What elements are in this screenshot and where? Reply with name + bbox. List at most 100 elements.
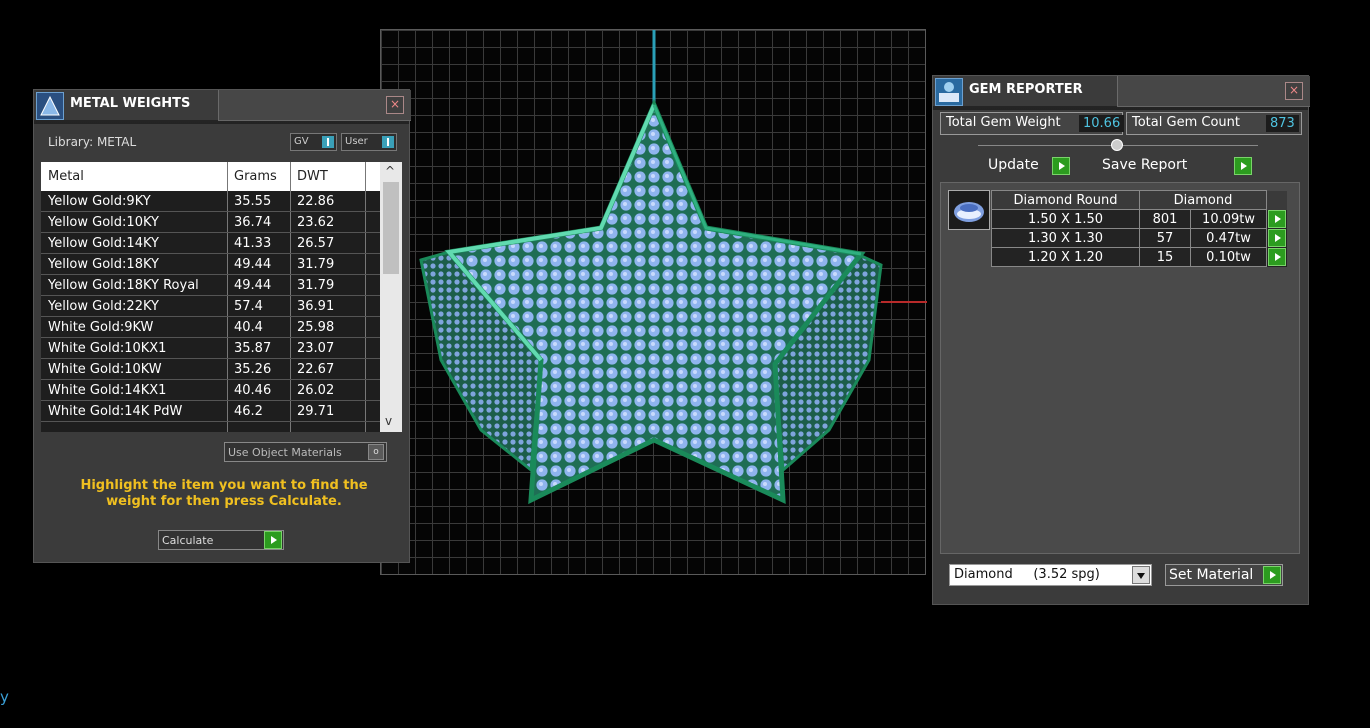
3d-viewport[interactable] [380,29,927,575]
metal-dwt: 22.86 [291,191,366,211]
table-row[interactable]: White Gold:9KW 40.4 25.98 [41,317,402,338]
metal-dwt: 22.67 [291,359,366,379]
total-gem-weight: Total Gem Weight 10.66 [940,112,1125,135]
metal-dwt: 36.91 [291,296,366,316]
table-row[interactable]: White Gold:14K PdW 46.2 29.71 [41,401,402,422]
gem-size: 1.20 X 1.20 [991,247,1140,267]
calculate-label: Calculate [162,534,214,547]
play-arrow-icon[interactable] [1263,566,1281,584]
gem-weight: 10.09tw [1190,209,1267,229]
metal-dwt: 29.71 [291,401,366,421]
metal-grams: 49.44 [228,254,291,274]
set-material-label: Set Material [1169,567,1254,583]
gem-count: 15 [1138,247,1192,267]
metal-name: White Gold:9KW [41,317,228,337]
col-grams[interactable]: Grams [228,162,291,191]
gem-shape: Diamond Round [991,190,1140,210]
update-button[interactable]: Update [988,157,1072,177]
gv-toggle-label: GV [294,136,309,147]
gem-material: Diamond [1139,190,1267,210]
metal-grams: 40.46 [228,380,291,400]
play-arrow-icon[interactable] [1052,157,1070,175]
gem-weight: 0.10tw [1190,247,1267,267]
metal-name: White Gold:14K PdW [41,401,228,421]
table-row[interactable]: Yellow Gold:9KY 35.55 22.86 [41,191,402,212]
metal-dwt: 31.79 [291,254,366,274]
gem-count: 57 [1138,228,1192,248]
scroll-down-icon[interactable]: v [385,414,392,428]
close-icon[interactable]: × [1285,82,1303,100]
play-arrow-icon[interactable] [264,531,282,549]
metal-grams: 35.55 [228,191,291,211]
gv-toggle[interactable]: GV [290,133,337,151]
play-arrow-icon[interactable] [1268,248,1287,266]
material-select-value: Diamond (3.52 spg) [954,567,1100,582]
save-report-label: Save Report [1102,157,1188,173]
gem-size: 1.30 X 1.30 [991,228,1140,248]
play-arrow-icon[interactable] [1268,229,1286,247]
metal-table-header: Metal Grams DWT [41,162,402,191]
table-row[interactable] [41,422,402,432]
gem-row[interactable]: 1.20 X 1.20 15 0.10tw [991,247,1287,267]
play-arrow-icon[interactable] [1268,210,1286,228]
close-icon[interactable]: × [386,96,404,114]
gem-table-header: Diamond Round Diamond [991,190,1287,210]
metal-name: White Gold:10KX1 [41,338,228,358]
table-row[interactable]: Yellow Gold:14KY 41.33 26.57 [41,233,402,254]
save-report-button[interactable]: Save Report [1102,157,1254,177]
total-gem-weight-label: Total Gem Weight [946,115,1061,130]
chevron-down-icon[interactable] [1132,566,1150,584]
col-metal[interactable]: Metal [41,162,228,191]
gem-slider[interactable] [978,139,1258,151]
metal-name: Yellow Gold:14KY [41,233,228,253]
metal-grams: 35.26 [228,359,291,379]
gem-row[interactable]: 1.30 X 1.30 57 0.47tw [991,228,1287,248]
table-row[interactable]: Yellow Gold:10KY 36.74 23.62 [41,212,402,233]
gem-table: Diamond Round Diamond 1.50 X 1.50 801 10.0… [991,190,1287,267]
gem-row[interactable]: 1.50 X 1.50 801 10.09tw [991,209,1287,229]
scroll-up-icon[interactable]: ^ [385,164,395,178]
table-row[interactable]: White Gold:10KW 35.26 22.67 [41,359,402,380]
metal-name: White Gold:14KX1 [41,380,228,400]
play-arrow-icon[interactable] [1234,157,1252,175]
gem-reporter-titlebar[interactable]: GEM REPORTER × [933,76,1310,110]
metal-grams: 36.74 [228,212,291,232]
slider-knob[interactable] [1111,139,1123,151]
metal-dwt: 26.02 [291,380,366,400]
metal-weights-icon [36,92,64,120]
metal-dwt: 23.62 [291,212,366,232]
star-model [419,30,927,505]
metal-table-scrollbar[interactable]: ^ v [380,162,402,432]
gem-size: 1.50 X 1.50 [991,209,1140,229]
use-object-materials-toggle[interactable]: Use Object Materials o [224,442,387,462]
update-label: Update [988,157,1039,173]
table-row[interactable]: Yellow Gold:18KY Royal 49.44 31.79 [41,275,402,296]
total-gem-count: Total Gem Count 873 [1126,112,1302,135]
calculate-button[interactable]: Calculate [158,530,284,550]
table-row[interactable]: White Gold:10KX1 35.87 23.07 [41,338,402,359]
gem-weight: 0.47tw [1190,228,1267,248]
metal-dwt: 26.57 [291,233,366,253]
metal-weights-titlebar[interactable]: METAL WEIGHTS × [34,90,411,124]
gem-list-area: Diamond Round Diamond 1.50 X 1.50 801 10.0… [940,182,1300,554]
metal-grams: 40.4 [228,317,291,337]
radio-icon[interactable]: o [368,444,384,460]
metal-grams: 41.33 [228,233,291,253]
metal-name: Yellow Gold:18KY [41,254,228,274]
corner-text: y [0,688,9,706]
set-material-button[interactable]: Set Material [1165,564,1283,586]
col-dwt[interactable]: DWT [291,162,366,191]
material-select[interactable]: Diamond (3.52 spg) [949,564,1152,586]
metal-name: White Gold:10KW [41,359,228,379]
table-row[interactable]: White Gold:14KX1 40.46 26.02 [41,380,402,401]
metal-table: Metal Grams DWT Yellow Gold:9KY 35.55 22.8… [41,162,402,432]
metal-dwt: 23.07 [291,338,366,358]
table-row[interactable]: Yellow Gold:18KY 49.44 31.79 [41,254,402,275]
scroll-thumb[interactable] [383,182,399,274]
user-toggle[interactable]: User [341,133,397,151]
table-row[interactable]: Yellow Gold:22KY 57.4 36.91 [41,296,402,317]
diamond-round-icon[interactable] [948,190,990,230]
metal-grams: 46.2 [228,401,291,421]
gem-count: 801 [1138,209,1192,229]
metal-name: Yellow Gold:9KY [41,191,228,211]
